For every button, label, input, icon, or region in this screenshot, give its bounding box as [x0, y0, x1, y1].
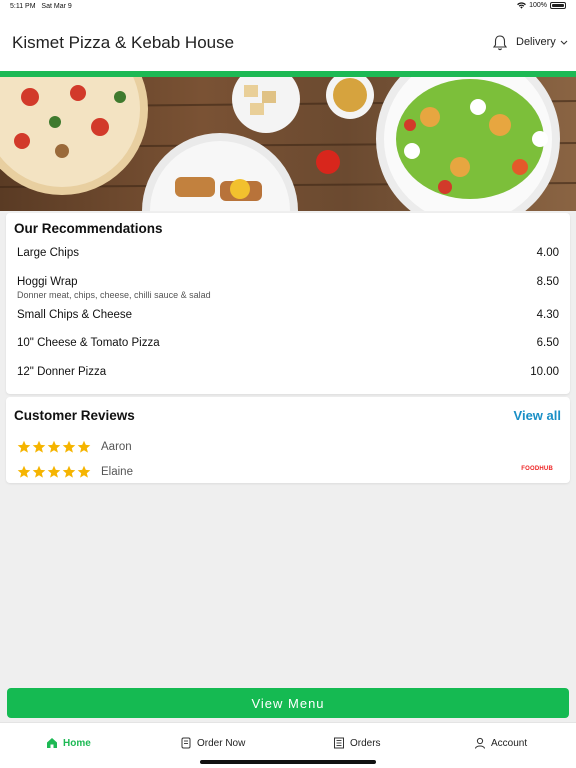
tab-order-now[interactable]: Order Now — [180, 737, 245, 749]
menu-item-name: Small Chips & Cheese — [17, 309, 133, 321]
star-icon — [47, 440, 61, 453]
tab-account[interactable]: Account — [474, 737, 527, 749]
recommendations-heading: Our Recommendations — [14, 221, 163, 236]
status-bar: 5:11 PM Sat Mar 9 100% — [0, 0, 576, 14]
star-icon — [77, 440, 91, 453]
star-icon — [47, 465, 61, 478]
app-header: Kismet Pizza & Kebab House Delivery — [0, 14, 576, 71]
view-menu-button[interactable]: View Menu — [7, 688, 569, 718]
customer-reviews-card: Customer Reviews View all Aaron Elaine F… — [6, 397, 570, 483]
order-icon — [181, 737, 191, 749]
menu-item-name: 12" Donner Pizza — [17, 366, 107, 378]
menu-item-price: 10.00 — [530, 366, 559, 378]
restaurant-title: Kismet Pizza & Kebab House — [12, 33, 235, 52]
menu-item-price: 6.50 — [536, 337, 559, 349]
star-icon — [62, 465, 76, 478]
battery-percent: 100% — [529, 2, 547, 9]
home-indicator — [200, 760, 376, 764]
tab-orders[interactable]: Orders — [333, 737, 381, 749]
star-icon — [32, 465, 46, 478]
star-rating — [17, 440, 91, 454]
menu-item[interactable]: Small Chips & Cheese 4.30 — [17, 309, 559, 321]
account-icon — [475, 737, 485, 749]
star-icon — [62, 440, 76, 453]
battery-icon — [550, 2, 566, 9]
review-row: Elaine — [17, 465, 133, 479]
chevron-down-icon — [560, 40, 568, 45]
delivery-label: Delivery — [516, 36, 556, 48]
menu-item[interactable]: 10" Cheese & Tomato Pizza 6.50 — [17, 337, 559, 349]
recommendations-card: Our Recommendations Large Chips 4.00 Hog… — [6, 213, 570, 394]
wifi-icon — [517, 2, 526, 9]
menu-item-name: Hoggi Wrap — [17, 276, 78, 288]
bell-icon[interactable] — [492, 34, 508, 52]
star-icon — [32, 440, 46, 453]
review-row: Aaron — [17, 440, 132, 454]
delivery-selector[interactable]: Delivery — [516, 36, 568, 48]
menu-item[interactable]: Large Chips 4.00 — [17, 247, 559, 259]
tab-label: Orders — [350, 737, 381, 749]
reviews-heading: Customer Reviews — [14, 408, 135, 423]
view-all-link[interactable]: View all — [514, 408, 561, 423]
hero-food-image — [0, 77, 576, 211]
menu-item[interactable]: 12" Donner Pizza 10.00 — [17, 366, 559, 378]
foodhub-logo: FOODHUB — [521, 466, 553, 472]
home-icon — [47, 738, 57, 748]
menu-item-price: 4.00 — [536, 247, 559, 259]
menu-item-name: 10" Cheese & Tomato Pizza — [17, 337, 160, 349]
reviewer-name: Elaine — [101, 466, 133, 478]
menu-item-description: Donner meat, chips, cheese, chilli sauce… — [17, 290, 211, 300]
menu-item-price: 8.50 — [536, 276, 559, 288]
reviewer-name: Aaron — [101, 441, 132, 453]
status-time: 5:11 PM Sat Mar 9 — [10, 3, 72, 10]
menu-item-name: Large Chips — [17, 247, 80, 259]
menu-item[interactable]: Hoggi Wrap Donner meat, chips, cheese, c… — [17, 276, 559, 300]
star-icon — [17, 440, 31, 453]
tab-label: Home — [63, 737, 91, 749]
status-right: 100% — [517, 2, 566, 9]
tab-label: Order Now — [197, 737, 246, 749]
orders-icon — [334, 737, 344, 749]
tab-label: Account — [491, 737, 528, 749]
star-icon — [77, 465, 91, 478]
menu-item-price: 4.30 — [536, 309, 559, 321]
star-icon — [17, 465, 31, 478]
tab-home[interactable]: Home — [46, 737, 91, 749]
star-rating — [17, 465, 91, 479]
